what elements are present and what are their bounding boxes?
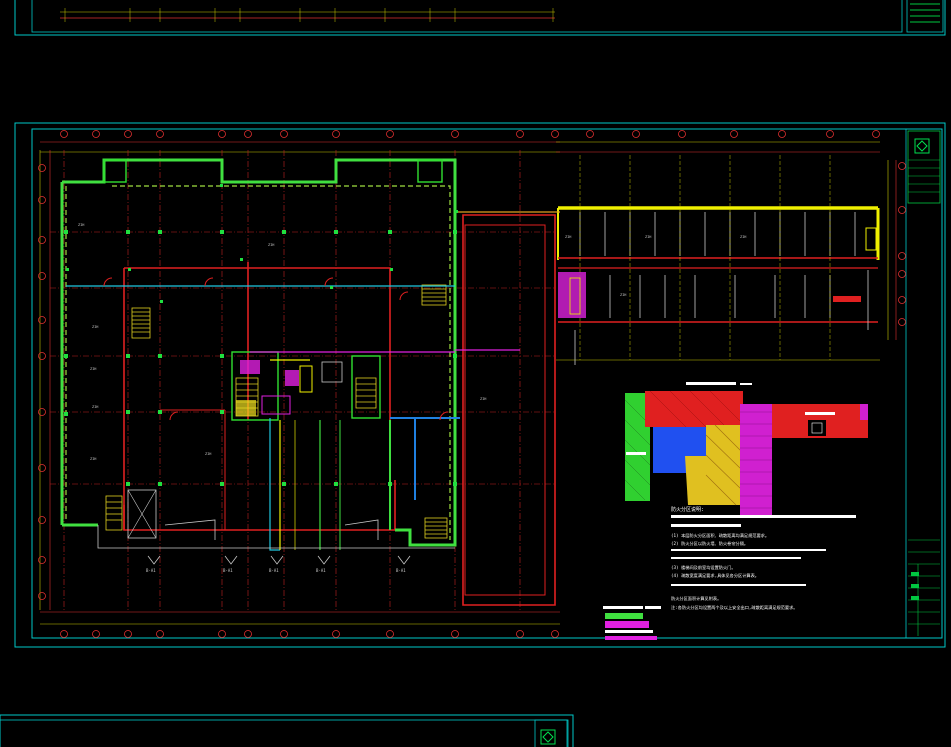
note-line-3: (3) 楼梯间及前室均设置防火门。 (671, 564, 736, 571)
cad-drawing-canvas[interactable]: B-A1 B-A1 B-A1 B-A1 B-A1 ZIH ZIH ZIH ZIH… (0, 0, 951, 747)
notes-block: 防火分区说明: (1) 本层防火分区面积、疏散距离均满足规范要求。 (2) 防火… (671, 506, 856, 611)
room-label: ZIH (92, 405, 98, 409)
room-label: ZIH (90, 367, 96, 371)
room-label: ZIH (78, 223, 84, 227)
room-label: ZIH (90, 457, 96, 461)
axis-bubbles-left (38, 164, 46, 600)
right-wing (557, 155, 880, 365)
section-label: B-A1 (223, 568, 233, 573)
bottom-wall (97, 519, 455, 549)
room-label: ZIH (268, 243, 274, 247)
note-line-6: 注:各防火分区均设置两个及以上安全出口,疏散距离满足规范要求。 (671, 604, 797, 611)
section-label: B-A1 (146, 568, 156, 573)
room-label: ZIH (645, 235, 651, 239)
notes-heading: 防火分区说明: (671, 506, 704, 513)
legend (603, 606, 661, 640)
room-label: ZIH (565, 235, 571, 239)
note-line-1: (1) 本层防火分区面积、疏散距离均满足规范要求。 (671, 532, 769, 539)
room-label: ZIH (92, 325, 98, 329)
section-label: B-A1 (316, 568, 326, 573)
service-lines (66, 285, 520, 551)
staircases (105, 284, 448, 539)
axis-bubbles-bottom (60, 630, 559, 638)
room-label: ZIH (740, 235, 746, 239)
section-marks (147, 555, 411, 565)
core-equipment (236, 360, 343, 416)
section-label: B-A1 (269, 568, 279, 573)
note-line-5: 防火分区面积计算见附表。 (671, 595, 721, 602)
bottom-sheet (0, 714, 574, 747)
title-block (905, 128, 943, 639)
note-line-2: (2) 防火分区以防火墙、防火卷帘分隔。 (671, 540, 748, 547)
grid-markers (66, 184, 458, 303)
room-label: ZIH (205, 452, 211, 456)
axis-bubbles-right (898, 162, 906, 326)
notes-underline (671, 515, 856, 518)
section-mark-labels: B-A1 B-A1 B-A1 B-A1 B-A1 (146, 568, 406, 573)
note-line-4: (4) 疏散宽度满足要求,具体见各分区计算表。 (671, 572, 759, 579)
key-plan (624, 382, 868, 516)
section-label: B-A1 (396, 568, 406, 573)
structural-grid (50, 150, 555, 612)
doors (103, 277, 449, 421)
room-label: ZIH (620, 293, 626, 297)
top-sheet (14, 0, 946, 36)
room-label: ZIH (480, 397, 486, 401)
stair-cores (103, 159, 443, 539)
axis-bubbles-top (60, 130, 880, 138)
